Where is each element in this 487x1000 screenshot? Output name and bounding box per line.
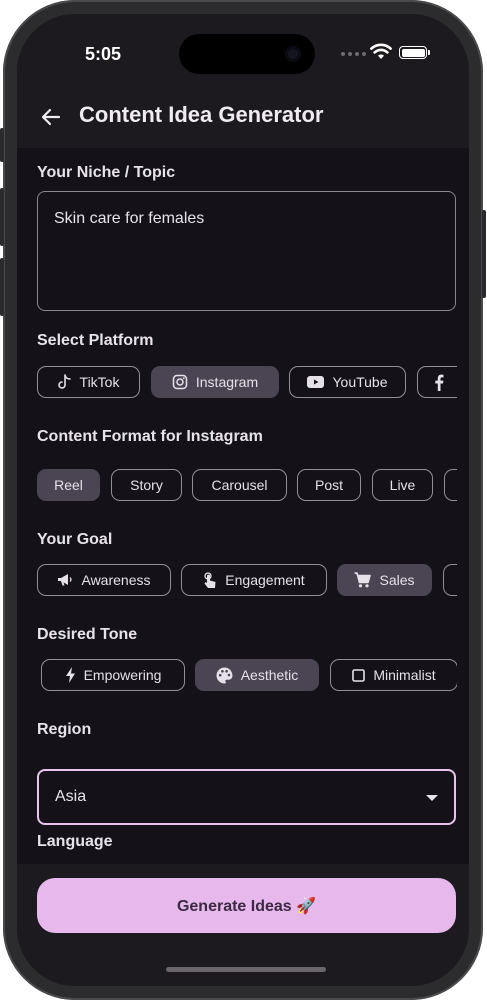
format-chip-live[interactable]: Live — [372, 469, 433, 501]
region-select[interactable]: Asia — [37, 769, 456, 825]
cellular-signal-icon — [341, 52, 366, 56]
form-content: Your Niche / Topic Skin care for females… — [17, 148, 469, 898]
format-chip-more[interactable] — [444, 469, 457, 501]
platform-chip-instagram[interactable]: Instagram — [151, 366, 279, 398]
region-label: Region — [37, 721, 92, 738]
dropdown-arrow-icon — [426, 795, 438, 801]
goal-chip-sales[interactable]: Sales — [337, 564, 432, 596]
chip-label: Instagram — [195, 374, 259, 390]
chip-label: Sales — [379, 572, 415, 588]
cart-icon — [354, 572, 372, 588]
chip-label: Post — [314, 477, 343, 493]
goal-chips: Awareness Engagement Sales — [17, 564, 457, 598]
chip-label: Reel — [54, 477, 83, 493]
square-icon — [352, 668, 366, 682]
wifi-icon — [370, 43, 392, 59]
touch-icon — [204, 571, 216, 588]
battery-icon — [399, 46, 430, 59]
facebook-icon — [435, 374, 444, 391]
platform-chip-youtube[interactable]: YouTube — [289, 366, 406, 398]
app-bar: Content Idea Generator — [17, 94, 469, 148]
format-chip-post[interactable]: Post — [297, 469, 361, 501]
format-chip-carousel[interactable]: Carousel — [192, 469, 287, 501]
screen: 5:05 Content Idea Generator Your Niche /… — [17, 14, 469, 986]
status-time: 5:05 — [85, 44, 122, 64]
chip-label: Aesthetic — [240, 667, 299, 683]
chip-label: YouTube — [332, 374, 388, 390]
phone-frame: 5:05 Content Idea Generator Your Niche /… — [0, 0, 486, 1000]
youtube-icon — [307, 376, 325, 388]
platform-chip-facebook[interactable] — [417, 366, 457, 398]
platform-chips: TikTok Instagram YouTube — [17, 366, 457, 400]
palette-icon — [216, 667, 233, 683]
home-indicator[interactable] — [166, 967, 326, 972]
bolt-icon — [65, 667, 75, 683]
tone-chip-aesthetic[interactable]: Aesthetic — [195, 659, 319, 691]
format-chip-story[interactable]: Story — [111, 469, 182, 501]
tone-chips: Empowering Aesthetic Minimalist — [17, 659, 457, 693]
language-label: Language — [37, 833, 113, 850]
format-chip-reel[interactable]: Reel — [37, 469, 100, 501]
chip-label: Awareness — [81, 572, 151, 588]
platform-label: Select Platform — [37, 332, 154, 349]
back-arrow-icon[interactable] — [39, 105, 63, 129]
goal-label: Your Goal — [37, 531, 113, 548]
niche-input[interactable]: Skin care for females — [37, 191, 456, 311]
volume-down-button — [0, 258, 4, 316]
goal-chip-more[interactable] — [443, 564, 457, 596]
format-chips: Reel Story Carousel Post Live — [17, 469, 457, 503]
tone-chip-minimalist[interactable]: Minimalist — [330, 659, 457, 691]
region-select-value: Asia — [55, 788, 87, 805]
chip-label: Minimalist — [373, 667, 436, 683]
megaphone-icon — [58, 574, 73, 586]
action-button — [0, 128, 4, 162]
niche-label: Your Niche / Topic — [37, 164, 176, 181]
chip-label: Empowering — [83, 667, 162, 683]
format-label: Content Format for Instagram — [37, 428, 263, 445]
chip-label: TikTok — [79, 374, 120, 390]
instagram-icon — [172, 374, 188, 390]
niche-input-value: Skin care for females — [54, 210, 205, 227]
chip-label: Live — [389, 477, 416, 493]
generate-ideas-button[interactable]: Generate Ideas 🚀 — [37, 878, 456, 933]
volume-up-button — [0, 188, 4, 246]
power-button — [482, 210, 486, 298]
tone-label: Desired Tone — [37, 626, 138, 643]
chip-label: Carousel — [211, 477, 268, 493]
goal-chip-awareness[interactable]: Awareness — [37, 564, 171, 596]
chip-label: Engagement — [225, 572, 305, 588]
chip-label: Story — [130, 477, 163, 493]
tiktok-icon — [57, 374, 71, 389]
status-bar: 5:05 — [17, 14, 469, 94]
dynamic-island — [179, 34, 315, 74]
goal-chip-engagement[interactable]: Engagement — [181, 564, 327, 596]
camera-icon — [285, 46, 301, 62]
tone-chip-empowering[interactable]: Empowering — [41, 659, 185, 691]
page-title: Content Idea Generator — [79, 102, 324, 127]
platform-chip-tiktok[interactable]: TikTok — [37, 366, 140, 398]
